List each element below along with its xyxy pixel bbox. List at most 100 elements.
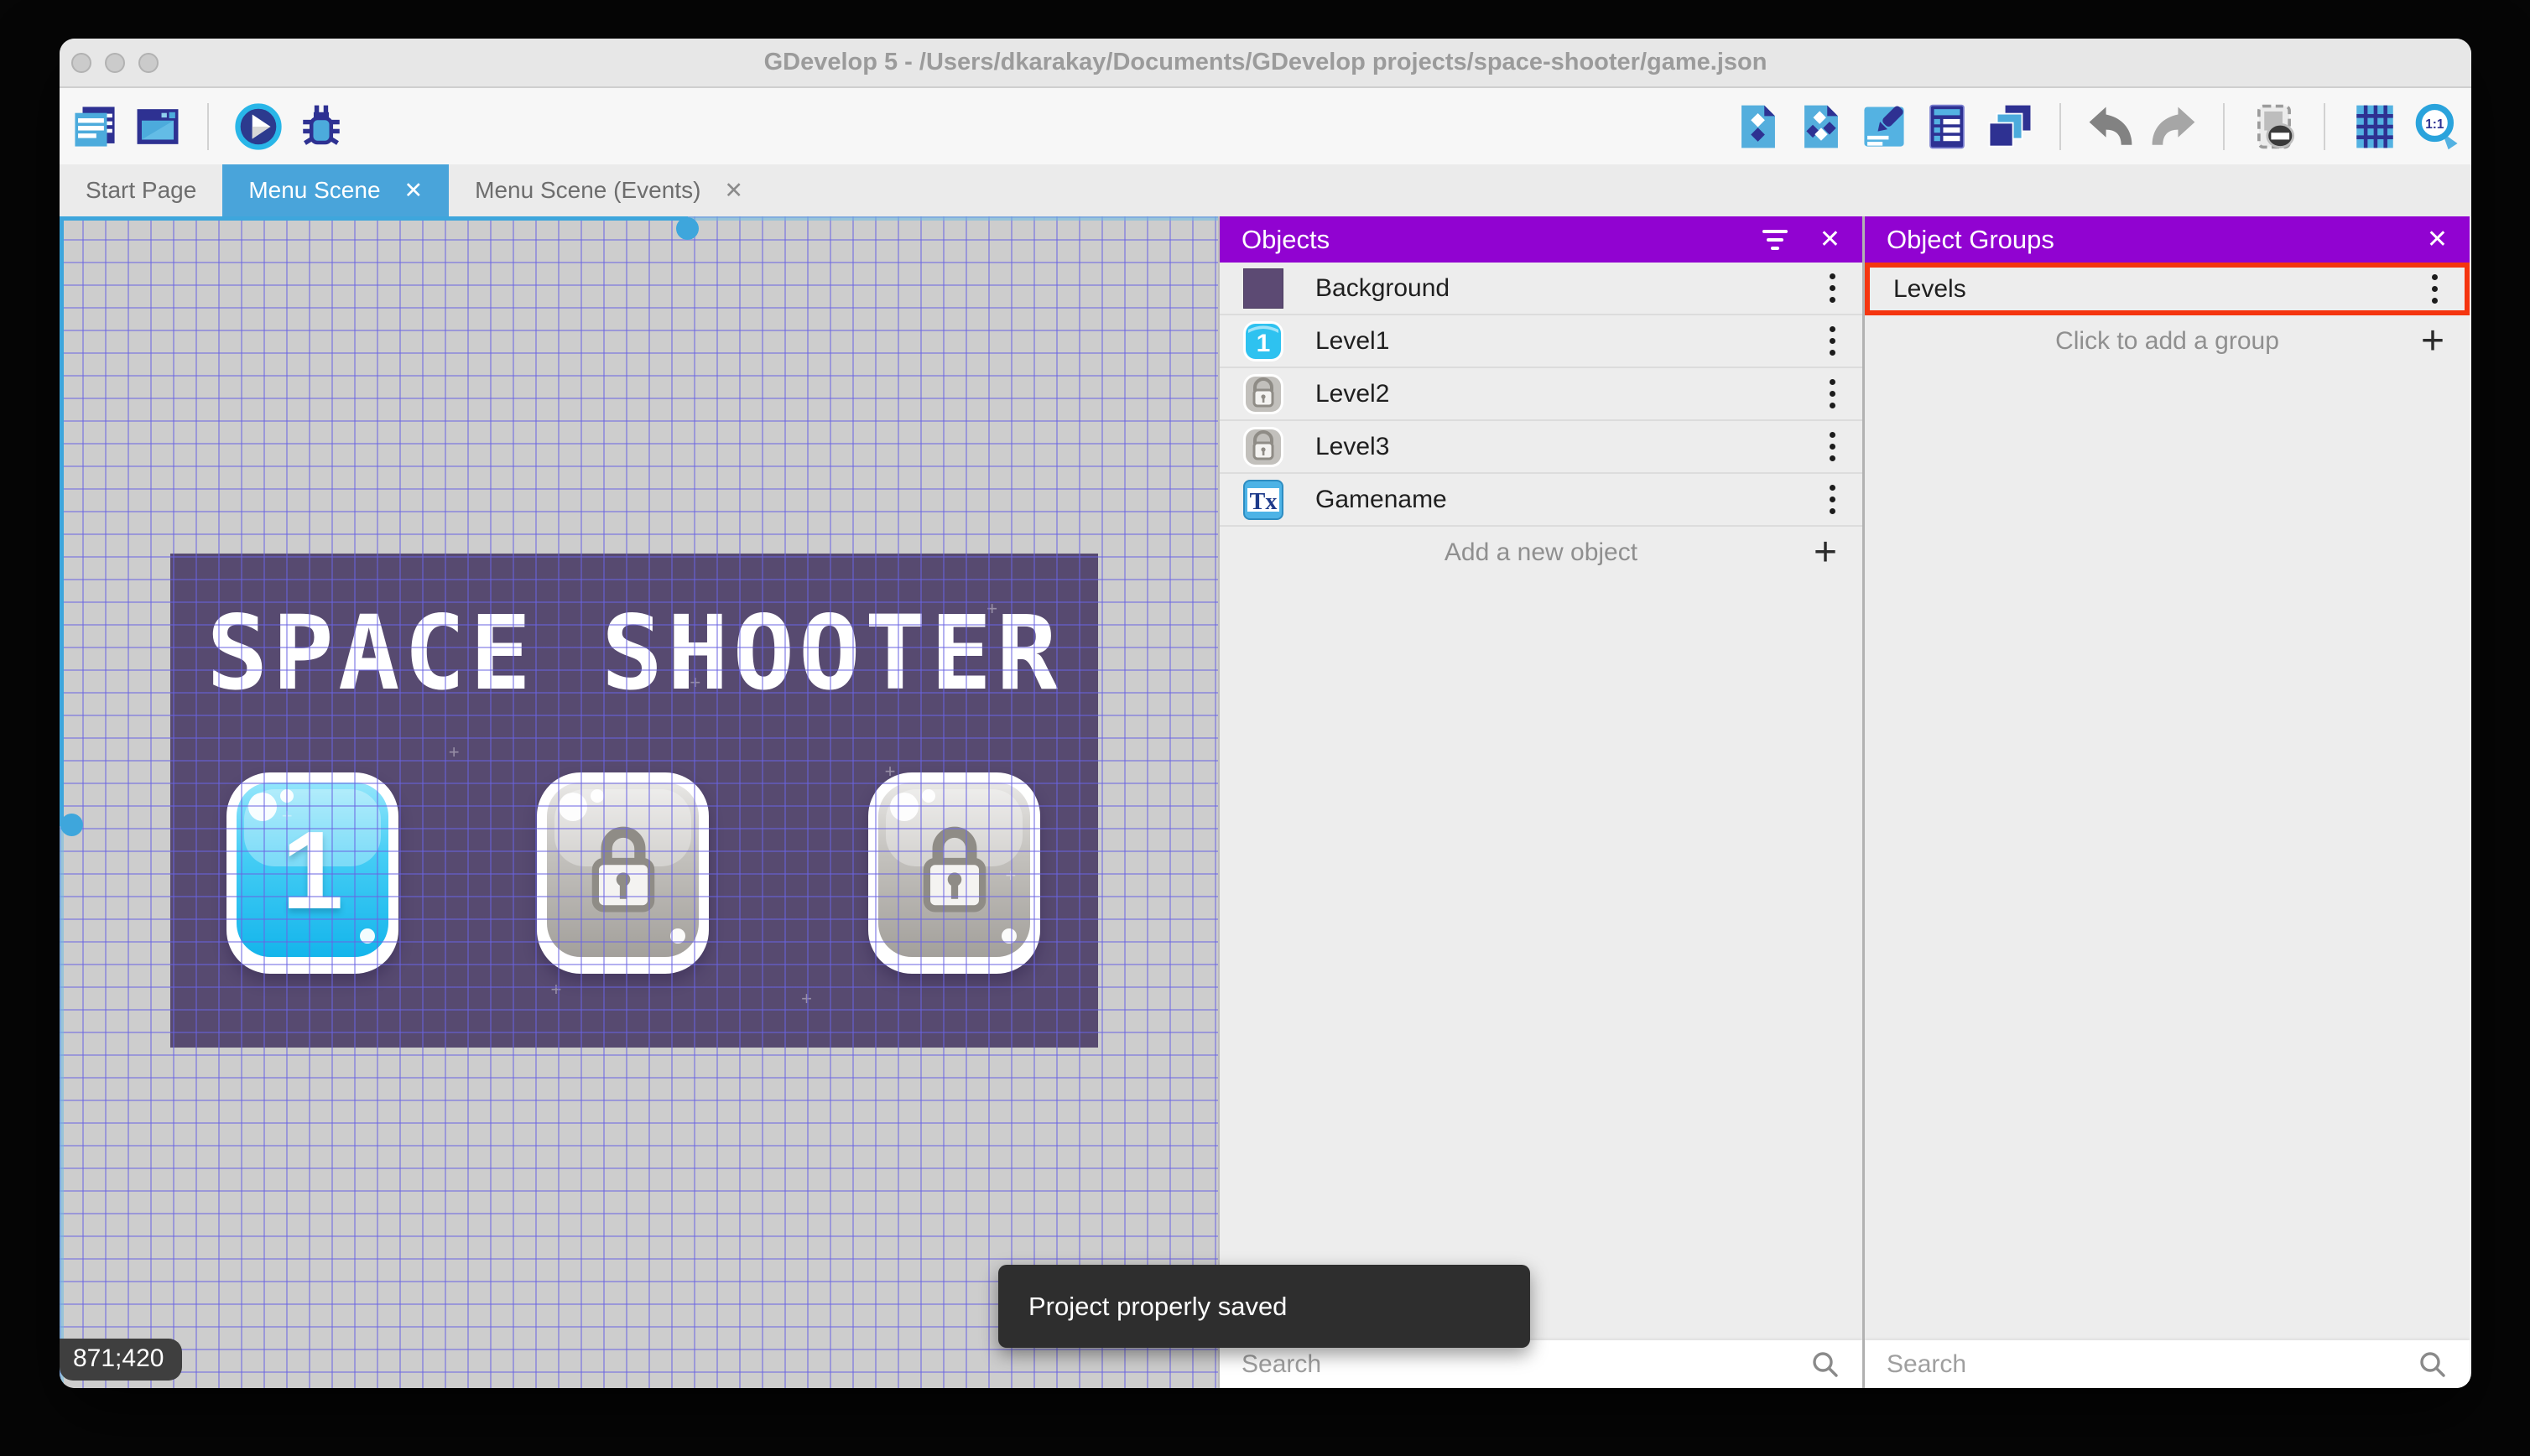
text-object-icon: Tx (1243, 479, 1283, 520)
toast-message: Project properly saved (1028, 1291, 1288, 1321)
object-row-level3[interactable]: Level3 (1220, 421, 1862, 474)
minimize-window-button[interactable] (105, 52, 125, 73)
object-row-gamename[interactable]: Tx Gamename (1220, 474, 1862, 527)
object-name: Gamename (1315, 485, 1447, 513)
mask-icon[interactable] (2250, 102, 2298, 151)
tab-menu-scene-events[interactable]: Menu Scene (Events) ✕ (449, 164, 769, 216)
add-object-button[interactable]: Add a new object + (1220, 527, 1862, 579)
close-icon[interactable]: ✕ (724, 178, 743, 204)
main-area: SPACE SHOOTER + + + + + + + + 1 871;420 … (60, 216, 2471, 1388)
panel-title: Objects (1242, 224, 1330, 254)
window-title: GDevelop 5 - /Users/dkarakay/Documents/G… (763, 49, 1767, 75)
selection-edge-top (60, 216, 688, 221)
object-groups-panel-body (1865, 367, 2470, 1340)
close-icon[interactable]: ✕ (2427, 225, 2448, 254)
objects-panel-body (1220, 579, 1862, 1340)
kebab-menu-icon[interactable] (1826, 481, 1839, 517)
layers-icon[interactable] (1986, 102, 2034, 151)
level1-button-icon: 1 (1243, 320, 1283, 361)
object-name: Level2 (1315, 379, 1390, 408)
close-icon[interactable]: ✕ (1819, 225, 1840, 254)
filter-icon[interactable] (1762, 229, 1788, 250)
object-name: Level3 (1315, 432, 1390, 460)
search-icon[interactable] (1810, 1349, 1840, 1380)
debug-icon[interactable] (297, 102, 346, 151)
close-window-button[interactable] (71, 52, 91, 73)
object-icon[interactable] (1734, 102, 1783, 151)
properties-icon[interactable] (1923, 102, 1971, 151)
star-decoration: + (801, 988, 812, 1010)
save-toast: Project properly saved (998, 1265, 1530, 1348)
objects-search-input[interactable] (1242, 1349, 1810, 1379)
object-name: Background (1315, 273, 1450, 302)
star-decoration: + (690, 672, 701, 694)
background-swatch (1243, 268, 1283, 309)
add-group-label: Click to add a group (2055, 327, 2279, 355)
selection-edge-left-faded (60, 826, 64, 1388)
redo-icon[interactable] (2149, 102, 2198, 151)
tab-menu-scene[interactable]: Menu Scene ✕ (222, 164, 450, 216)
selection-edge-left (60, 216, 64, 826)
groups-search-input[interactable] (1887, 1349, 2418, 1379)
tab-label: Menu Scene (Events) (475, 177, 701, 203)
kebab-menu-icon[interactable] (1826, 323, 1839, 359)
objects-panel-header: Objects ✕ (1220, 216, 1862, 263)
traffic-lights (71, 39, 159, 86)
scene-preview[interactable]: SPACE SHOOTER + + + + + + + + 1 (170, 554, 1098, 1048)
grid-icon[interactable] (2350, 102, 2399, 151)
star-decoration: + (986, 598, 998, 619)
instances-icon[interactable] (1797, 102, 1845, 151)
kebab-menu-icon[interactable] (1826, 376, 1839, 412)
zoom-1-1-icon[interactable]: 1:1 (2413, 102, 2462, 151)
tab-start-page[interactable]: Start Page (60, 164, 222, 216)
svg-text:Tx: Tx (1250, 489, 1278, 515)
star-decoration: + (281, 805, 293, 827)
lock-button-icon (1243, 426, 1283, 467)
close-icon[interactable]: ✕ (404, 178, 424, 204)
star-decoration: + (448, 741, 460, 762)
toolbar-divider (2324, 102, 2325, 150)
svg-text:1: 1 (1257, 330, 1271, 357)
tab-bar: Start Page Menu Scene ✕ Menu Scene (Even… (60, 164, 2471, 216)
object-name: Level1 (1315, 326, 1390, 355)
object-row-level1[interactable]: 1 Level1 (1220, 315, 1862, 368)
search-icon[interactable] (2418, 1349, 2448, 1380)
object-groups-panel: Object Groups ✕ Levels Click to add a gr… (1862, 216, 2470, 1388)
toolbar: 1:1 (60, 88, 2471, 164)
project-manager-icon[interactable] (70, 102, 119, 151)
groups-search-bar (1865, 1340, 2470, 1388)
toolbar-right: 1:1 (1734, 102, 2462, 151)
level2-locked-button[interactable] (537, 772, 709, 974)
tab-label: Start Page (86, 177, 197, 203)
lock-button-icon (1243, 373, 1283, 414)
selection-handle-top[interactable] (676, 217, 699, 240)
object-groups-panel-header: Object Groups ✕ (1865, 216, 2470, 263)
plus-icon: + (1813, 530, 1837, 575)
game-title-text: SPACE SHOOTER (206, 594, 1062, 713)
star-decoration: + (884, 761, 896, 783)
title-bar: GDevelop 5 - /Users/dkarakay/Documents/G… (60, 39, 2471, 88)
add-group-button[interactable]: Click to add a group + (1865, 315, 2470, 367)
cursor-coordinates-badge: 871;420 (60, 1339, 183, 1381)
object-row-background[interactable]: Background (1220, 263, 1862, 315)
toolbar-divider (207, 102, 209, 150)
scene-editor-icon[interactable] (133, 102, 182, 151)
level1-button[interactable]: 1 (226, 772, 398, 974)
play-icon[interactable] (234, 102, 283, 151)
plus-icon: + (2420, 319, 2444, 363)
svg-text:1:1: 1:1 (2425, 117, 2444, 131)
toolbar-divider (2223, 102, 2225, 150)
kebab-menu-icon[interactable] (1826, 429, 1839, 465)
kebab-menu-icon[interactable] (1826, 270, 1839, 306)
undo-icon[interactable] (2086, 102, 2135, 151)
edit-scene-icon[interactable] (1860, 102, 1908, 151)
maximize-window-button[interactable] (138, 52, 159, 73)
group-row-levels-highlighted[interactable]: Levels (1865, 263, 2470, 315)
scene-canvas[interactable]: SPACE SHOOTER + + + + + + + + 1 871;420 (60, 216, 1218, 1388)
tab-label: Menu Scene (248, 177, 381, 203)
star-decoration: + (550, 978, 562, 1000)
toolbar-left (70, 102, 346, 151)
object-row-level2[interactable]: Level2 (1220, 368, 1862, 421)
selection-handle-left[interactable] (60, 814, 83, 836)
kebab-menu-icon[interactable] (2428, 271, 2441, 307)
